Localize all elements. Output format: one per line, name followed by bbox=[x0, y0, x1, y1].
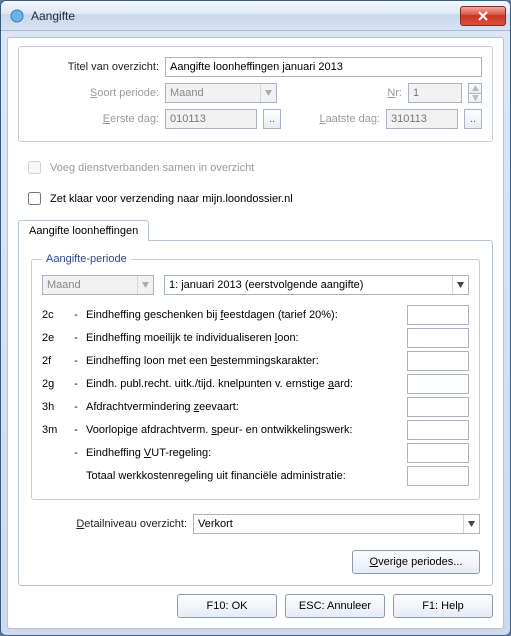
nr-input bbox=[408, 83, 462, 103]
tab-aangifte-loonheffingen[interactable]: Aangifte loonheffingen bbox=[18, 220, 149, 241]
line-amount-input[interactable] bbox=[407, 351, 469, 371]
line-amount-input[interactable] bbox=[407, 443, 469, 463]
line-amount-input[interactable] bbox=[407, 397, 469, 417]
line-code: 2c bbox=[42, 309, 66, 321]
eerste-dag-input bbox=[165, 109, 257, 129]
laatste-dag-label: Laatste dag: bbox=[319, 113, 380, 125]
aangifte-periode-legend: Aangifte-periode bbox=[42, 253, 131, 265]
aangifte-periode-group: Aangifte-periode Maand 1: januari 2013 (… bbox=[31, 253, 480, 500]
aangifte-line-row: Totaal werkkostenregeling uit financiële… bbox=[42, 466, 469, 486]
line-dash: - bbox=[72, 378, 80, 390]
line-description: Voorlopige afdrachtverm. speur- en ontwi… bbox=[86, 424, 401, 436]
periode-freq-combo: Maand bbox=[42, 275, 154, 295]
loondossier-check-row: Zet klaar voor verzending naar mijn.loon… bbox=[24, 189, 493, 208]
chevron-down-icon bbox=[137, 276, 153, 294]
line-dash: - bbox=[72, 355, 80, 367]
chevron-down-icon bbox=[463, 515, 479, 533]
soort-periode-label: Soort periode: bbox=[29, 87, 159, 99]
aangifte-line-row: 2g-Eindh. publ.recht. uitk./tijd. knelpu… bbox=[42, 374, 469, 394]
samenvoegen-label: Voeg dienstverbanden samen in overzicht bbox=[50, 162, 254, 174]
line-description: Totaal werkkostenregeling uit financiële… bbox=[86, 470, 401, 482]
line-description: Eindh. publ.recht. uitk./tijd. knelpunte… bbox=[86, 378, 401, 390]
titlebar: Aangifte bbox=[1, 1, 510, 31]
close-icon bbox=[478, 11, 488, 21]
app-icon bbox=[9, 8, 25, 24]
help-button[interactable]: F1: Help bbox=[393, 594, 493, 618]
title-label: Titel van overzicht: bbox=[29, 61, 159, 73]
laatste-dag-picker: .. bbox=[464, 109, 482, 129]
chevron-down-icon bbox=[260, 84, 276, 102]
detailniveau-label: Detailniveau overzicht: bbox=[31, 518, 187, 530]
ok-button[interactable]: F10: OK bbox=[177, 594, 277, 618]
line-description: Eindheffing loon met een bestemmingskara… bbox=[86, 355, 401, 367]
line-dash: - bbox=[72, 401, 80, 413]
line-dash: - bbox=[72, 332, 80, 344]
samenvoegen-checkbox bbox=[28, 161, 41, 174]
tab-strip: Aangifte loonheffingen bbox=[18, 220, 493, 240]
line-description: Eindheffing VUT-regeling: bbox=[86, 447, 401, 459]
line-code: 2g bbox=[42, 378, 66, 390]
line-dash: - bbox=[72, 309, 80, 321]
line-dash: - bbox=[72, 447, 80, 459]
overview-title-input[interactable] bbox=[165, 57, 482, 77]
dialog-footer: F10: OK ESC: Annuleer F1: Help bbox=[18, 586, 493, 618]
detailniveau-combo[interactable]: Verkort bbox=[193, 514, 480, 534]
samenvoegen-check-row: Voeg dienstverbanden samen in overzicht bbox=[24, 158, 493, 177]
line-dash: - bbox=[72, 424, 80, 436]
overige-periodes-button[interactable]: Overige periodes... bbox=[352, 550, 480, 574]
eerste-dag-label: Eerste dag: bbox=[29, 113, 159, 125]
eerste-dag-picker: .. bbox=[263, 109, 281, 129]
nr-label: Nr: bbox=[378, 87, 402, 99]
laatste-dag-input bbox=[386, 109, 458, 129]
spinner-down bbox=[468, 94, 482, 104]
aangifte-line-row: -Eindheffing VUT-regeling: bbox=[42, 443, 469, 463]
line-amount-input[interactable] bbox=[407, 305, 469, 325]
soort-periode-combo: Maand bbox=[165, 83, 277, 103]
close-button[interactable] bbox=[460, 6, 506, 26]
line-code: 3h bbox=[42, 401, 66, 413]
aangifte-line-row: 2f-Eindheffing loon met een bestemmingsk… bbox=[42, 351, 469, 371]
cancel-button[interactable]: ESC: Annuleer bbox=[285, 594, 385, 618]
line-code: 2f bbox=[42, 355, 66, 367]
aangifte-line-row: 3m-Voorlopige afdrachtverm. speur- en on… bbox=[42, 420, 469, 440]
dialog-window: Aangifte Titel van overzicht: Soort peri… bbox=[0, 0, 511, 636]
overview-group: Titel van overzicht: Soort periode: Maan… bbox=[18, 46, 493, 142]
window-title: Aangifte bbox=[31, 9, 460, 23]
line-description: Eindheffing geschenken bij feestdagen (t… bbox=[86, 309, 401, 321]
aangifte-line-row: 2c-Eindheffing geschenken bij feestdagen… bbox=[42, 305, 469, 325]
loondossier-label: Zet klaar voor verzending naar mijn.loon… bbox=[50, 193, 293, 205]
line-amount-input[interactable] bbox=[407, 374, 469, 394]
line-amount-input[interactable] bbox=[407, 420, 469, 440]
content-area: Titel van overzicht: Soort periode: Maan… bbox=[7, 37, 504, 629]
line-description: Eindheffing moeilijk te individualiseren… bbox=[86, 332, 401, 344]
nr-spinner bbox=[468, 83, 482, 103]
periode-select-combo[interactable]: 1: januari 2013 (eerstvolgende aangifte) bbox=[164, 275, 469, 295]
tab-panel: Aangifte-periode Maand 1: januari 2013 (… bbox=[18, 240, 493, 586]
chevron-down-icon bbox=[452, 276, 468, 294]
aangifte-line-row: 2e-Eindheffing moeilijk te individualise… bbox=[42, 328, 469, 348]
aangifte-line-row: 3h-Afdrachtvermindering zeevaart: bbox=[42, 397, 469, 417]
line-amount-input[interactable] bbox=[407, 466, 469, 486]
loondossier-checkbox[interactable] bbox=[28, 192, 41, 205]
spinner-up bbox=[468, 83, 482, 94]
line-code: 2e bbox=[42, 332, 66, 344]
line-description: Afdrachtvermindering zeevaart: bbox=[86, 401, 401, 413]
line-code: 3m bbox=[42, 424, 66, 436]
line-amount-input[interactable] bbox=[407, 328, 469, 348]
